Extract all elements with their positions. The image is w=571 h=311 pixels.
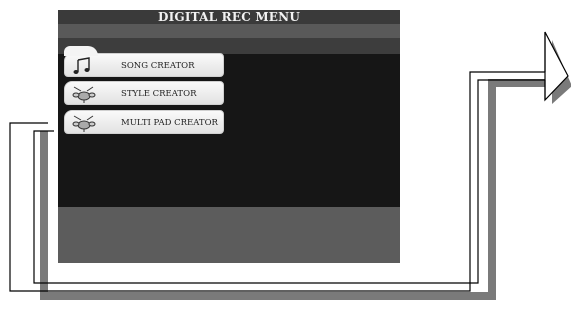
multi-pad-creator-tab[interactable]: MULTI PAD CREATOR — [64, 110, 224, 134]
drum-kit-icon — [72, 86, 96, 103]
song-creator-tab[interactable]: SONG CREATOR — [64, 46, 224, 77]
style-creator-label: STYLE CREATOR — [121, 89, 197, 99]
screen-title: DIGITAL REC MENU — [58, 10, 400, 24]
multi-pad-creator-label: MULTI PAD CREATOR — [121, 118, 218, 128]
header-band-lower — [58, 38, 400, 54]
drum-kit-icon — [72, 115, 96, 132]
music-note-icon — [73, 57, 90, 74]
song-creator-label: SONG CREATOR — [121, 61, 195, 71]
footer-area — [58, 207, 400, 263]
header-band — [58, 24, 400, 38]
style-creator-tab[interactable]: STYLE CREATOR — [64, 81, 224, 105]
digital-rec-menu-screen: DIGITAL REC MENU SONG CREATOR STYLE CREA… — [58, 10, 400, 263]
